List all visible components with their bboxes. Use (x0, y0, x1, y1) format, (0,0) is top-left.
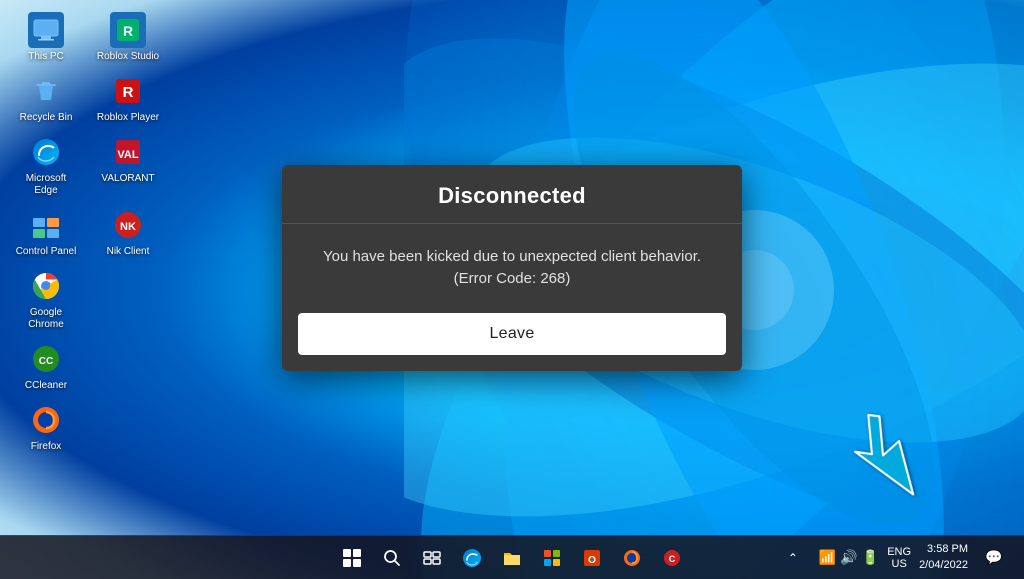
taskbar-language[interactable]: ENG US (887, 546, 911, 570)
taskbar-explorer-icon[interactable] (494, 540, 530, 576)
taskbar-search-button[interactable] (374, 540, 410, 576)
taskbar-tray-chevron[interactable]: ⌃ (775, 540, 811, 576)
leave-button[interactable]: Leave (298, 313, 726, 355)
taskbar-firefox-icon[interactable] (614, 540, 650, 576)
network-icon[interactable]: 📶 (819, 549, 836, 566)
taskbar-taskview-button[interactable] (414, 540, 450, 576)
battery-icon[interactable]: 🔋 (862, 549, 879, 566)
taskbar-notification-icon[interactable]: 💬 (976, 540, 1012, 576)
taskbar-edge-icon[interactable] (454, 540, 490, 576)
dialog-body: You have been kicked due to unexpected c… (282, 224, 742, 313)
taskbar-start-button[interactable] (334, 540, 370, 576)
dialog-message: You have been kicked due to unexpected c… (314, 246, 710, 291)
volume-icon[interactable]: 🔊 (840, 549, 857, 566)
dialog-overlay: Disconnected You have been kicked due to… (0, 0, 1024, 579)
taskbar-clock[interactable]: 3:58 PM 2/04/2022 (919, 542, 968, 573)
taskbar-store-icon[interactable] (534, 540, 570, 576)
dialog-footer: Leave (282, 313, 742, 371)
dialog-header: Disconnected (282, 165, 742, 224)
taskbar-date-display: 2/04/2022 (919, 558, 968, 573)
taskbar-office-icon[interactable]: O (574, 540, 610, 576)
svg-text:C: C (669, 554, 676, 564)
taskbar-ccleaner-icon[interactable]: C (654, 540, 690, 576)
taskbar: O C ⌃ 📶 🔊 🔋 ENG US 3:58 PM 2/04/2022 💬 (0, 535, 1024, 579)
disconnected-dialog: Disconnected You have been kicked due to… (282, 165, 742, 371)
taskbar-sys-icons: 📶 🔊 🔋 (819, 549, 879, 566)
taskbar-center-icons: O C (334, 540, 690, 576)
taskbar-right-area: ⌃ 📶 🔊 🔋 ENG US 3:58 PM 2/04/2022 💬 (775, 540, 1012, 576)
dialog-title: Disconnected (438, 183, 586, 208)
svg-text:O: O (588, 555, 596, 566)
cursor-arrow (829, 394, 929, 514)
taskbar-time-display: 3:58 PM (919, 542, 968, 557)
